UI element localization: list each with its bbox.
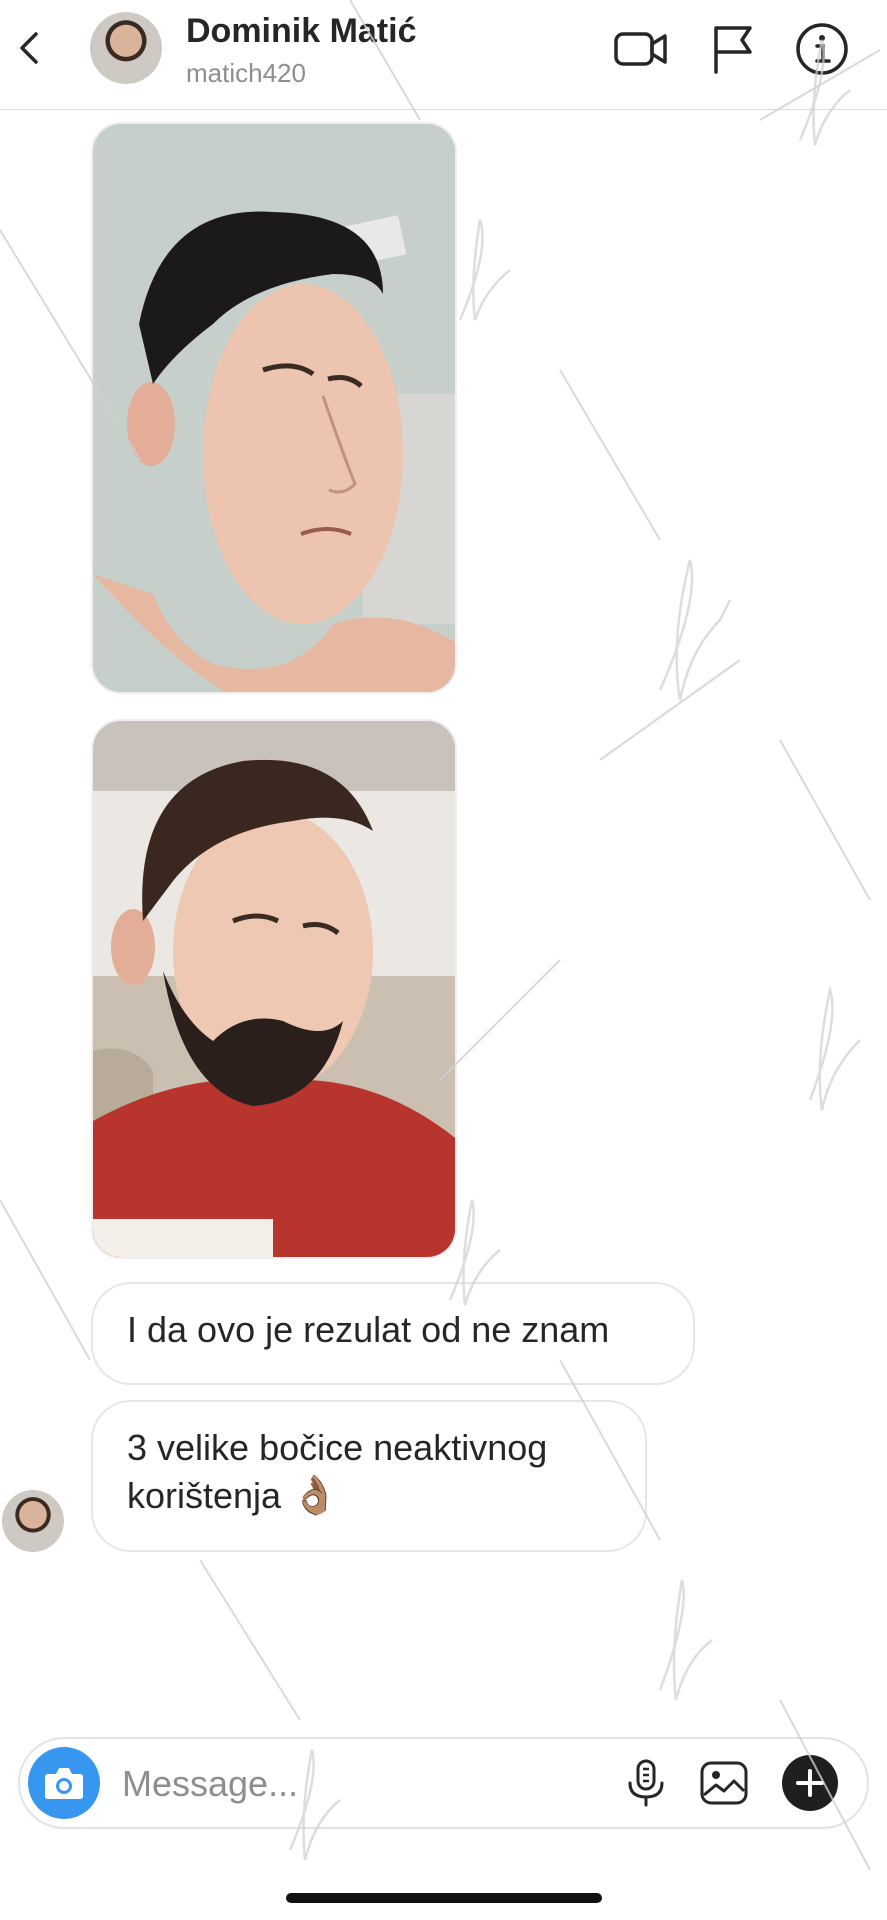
flag-icon bbox=[714, 26, 752, 74]
camera-button[interactable] bbox=[28, 1747, 100, 1819]
plus-icon bbox=[796, 1769, 824, 1797]
selfie-after-photo bbox=[93, 721, 455, 1257]
info-icon bbox=[796, 23, 848, 75]
report-button[interactable] bbox=[704, 20, 762, 78]
video-camera-icon bbox=[614, 32, 667, 66]
info-button[interactable] bbox=[793, 20, 851, 78]
photo-message[interactable] bbox=[91, 122, 457, 694]
gallery-button[interactable] bbox=[698, 1757, 750, 1809]
contact-name[interactable]: Dominik Matić bbox=[186, 12, 416, 51]
voice-message-button[interactable] bbox=[620, 1757, 672, 1809]
selfie-before-photo bbox=[93, 124, 455, 692]
microphone-icon bbox=[628, 1759, 664, 1807]
message-text: I da ovo je rezulat od ne znam bbox=[127, 1309, 610, 1350]
chat-header: Dominik Matić matich420 bbox=[0, 0, 887, 110]
home-indicator bbox=[286, 1893, 602, 1903]
camera-icon bbox=[45, 1768, 83, 1799]
back-button[interactable] bbox=[10, 28, 50, 68]
message-bubble[interactable]: 3 velike bočice neaktivnog korištenja 👌🏽 bbox=[91, 1400, 647, 1552]
video-call-button[interactable] bbox=[612, 20, 670, 78]
ok-hand-emoji: 👌🏽 bbox=[291, 1475, 339, 1517]
chevron-left-icon bbox=[20, 32, 38, 64]
more-options-button[interactable] bbox=[782, 1755, 838, 1811]
message-composer bbox=[18, 1737, 869, 1829]
photo-message[interactable] bbox=[91, 719, 457, 1259]
gallery-icon bbox=[700, 1761, 748, 1805]
contact-username[interactable]: matich420 bbox=[186, 58, 306, 89]
profile-avatar[interactable] bbox=[90, 12, 162, 84]
message-input[interactable] bbox=[120, 1761, 604, 1807]
message-bubble[interactable]: I da ovo je rezulat od ne znam bbox=[91, 1282, 695, 1385]
sender-avatar[interactable] bbox=[2, 1490, 64, 1552]
